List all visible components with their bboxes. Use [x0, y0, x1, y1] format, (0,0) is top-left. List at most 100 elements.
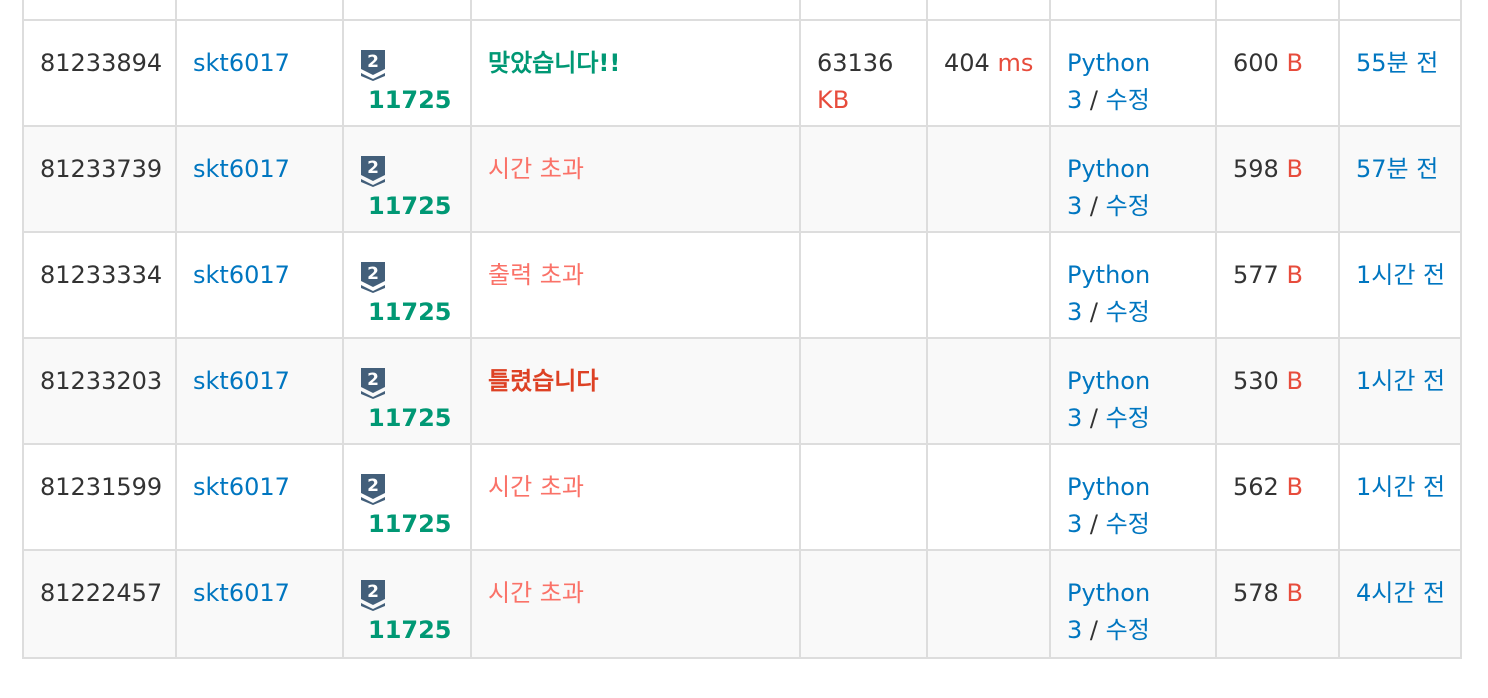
edit-link[interactable]: 수정	[1106, 298, 1150, 326]
silver-tier-icon: 2	[360, 579, 386, 611]
memory-cell	[799, 231, 928, 339]
submission-id: 81231599	[22, 443, 177, 551]
table-row: 81222457 skt6017 2 11725 시간 초과 Python 3 …	[22, 549, 1462, 659]
submitted-time-cell: 57분 전	[1338, 125, 1462, 233]
user-link[interactable]: skt6017	[193, 261, 290, 289]
language-link[interactable]: Python	[1067, 257, 1214, 294]
result-text[interactable]: 출력 초과	[488, 261, 584, 289]
code-length-cell: 577 B	[1215, 231, 1340, 339]
language-cell: Python 3 / 수정	[1049, 231, 1217, 339]
table-row: 81233203 skt6017 2 11725 틀렸습니다 Python 3 …	[22, 337, 1462, 445]
user-cell: skt6017	[175, 549, 344, 659]
submission-id: 81222457	[22, 549, 177, 659]
edit-link[interactable]: 수정	[1106, 86, 1150, 114]
submitted-time-link[interactable]: 57분 전	[1356, 155, 1438, 183]
user-link[interactable]: skt6017	[193, 367, 290, 395]
language-version[interactable]: 3	[1067, 298, 1082, 326]
language-version[interactable]: 3	[1067, 86, 1082, 114]
user-link[interactable]: skt6017	[193, 579, 290, 607]
svg-text:2: 2	[367, 370, 379, 390]
submitted-time-link[interactable]: 1시간 전	[1356, 261, 1445, 289]
problem-cell: 2 11725	[342, 231, 472, 339]
language-link[interactable]: Python	[1067, 45, 1214, 82]
language-version[interactable]: 3	[1067, 404, 1082, 432]
language-cell: Python 3 / 수정	[1049, 337, 1217, 445]
submitted-time-link[interactable]: 1시간 전	[1356, 367, 1445, 395]
language-version[interactable]: 3	[1067, 192, 1082, 220]
svg-text:2: 2	[367, 582, 379, 602]
problem-cell: 2 11725	[342, 19, 472, 127]
edit-link[interactable]: 수정	[1106, 616, 1150, 644]
result-text[interactable]: 시간 초과	[488, 579, 584, 607]
code-length-cell: 598 B	[1215, 125, 1340, 233]
edit-link[interactable]: 수정	[1106, 510, 1150, 538]
language-link[interactable]: Python	[1067, 363, 1214, 400]
submitted-time-link[interactable]: 55분 전	[1356, 49, 1438, 77]
result-text[interactable]: 시간 초과	[488, 155, 584, 183]
language-version[interactable]: 3	[1067, 510, 1082, 538]
time-cell	[926, 549, 1051, 659]
memory-cell	[799, 337, 928, 445]
result-cell: 시간 초과	[470, 549, 801, 659]
submitted-time-cell: 1시간 전	[1338, 443, 1462, 551]
problem-link[interactable]: 11725	[360, 188, 469, 225]
language-link[interactable]: Python	[1067, 469, 1214, 506]
user-link[interactable]: skt6017	[193, 155, 290, 183]
submission-status-table: 81233894 skt6017 2 11725 맞았습니다!! 63136 KB…	[22, 0, 1462, 659]
user-link[interactable]: skt6017	[193, 49, 290, 77]
language-cell: Python 3 / 수정	[1049, 19, 1217, 127]
silver-tier-icon: 2	[360, 261, 386, 293]
user-cell: skt6017	[175, 19, 344, 127]
problem-link[interactable]: 11725	[360, 82, 469, 119]
submitted-time-cell: 4시간 전	[1338, 549, 1462, 659]
submission-id: 81233203	[22, 337, 177, 445]
time-cell	[926, 231, 1051, 339]
language-version[interactable]: 3	[1067, 616, 1082, 644]
submission-table-wrapper: 81233894 skt6017 2 11725 맞았습니다!! 63136 KB…	[22, 0, 1462, 659]
memory-cell	[799, 125, 928, 233]
problem-link[interactable]: 11725	[360, 506, 469, 543]
table-row: 81233894 skt6017 2 11725 맞았습니다!! 63136 KB…	[22, 19, 1462, 127]
language-link[interactable]: Python	[1067, 575, 1214, 612]
submitted-time-link[interactable]: 1시간 전	[1356, 473, 1445, 501]
table-row: 81233739 skt6017 2 11725 시간 초과 Python 3 …	[22, 125, 1462, 233]
user-cell: skt6017	[175, 231, 344, 339]
problem-cell: 2 11725	[342, 125, 472, 233]
code-length-cell: 578 B	[1215, 549, 1340, 659]
user-cell: skt6017	[175, 337, 344, 445]
svg-text:2: 2	[367, 158, 379, 178]
user-cell: skt6017	[175, 125, 344, 233]
memory-cell	[799, 443, 928, 551]
edit-link[interactable]: 수정	[1106, 404, 1150, 432]
table-row: 81231599 skt6017 2 11725 시간 초과 Python 3 …	[22, 443, 1462, 551]
user-link[interactable]: skt6017	[193, 473, 290, 501]
result-text[interactable]: 맞았습니다!!	[488, 49, 620, 77]
problem-link[interactable]: 11725	[360, 612, 469, 649]
svg-text:2: 2	[367, 264, 379, 284]
submission-id: 81233739	[22, 125, 177, 233]
result-text[interactable]: 틀렸습니다	[488, 367, 598, 395]
problem-link[interactable]: 11725	[360, 400, 469, 437]
svg-text:2: 2	[367, 476, 379, 496]
memory-cell: 63136 KB	[799, 19, 928, 127]
silver-tier-icon: 2	[360, 473, 386, 505]
result-cell: 시간 초과	[470, 443, 801, 551]
result-cell: 맞았습니다!!	[470, 19, 801, 127]
language-cell: Python 3 / 수정	[1049, 549, 1217, 659]
submitted-time-link[interactable]: 4시간 전	[1356, 579, 1445, 607]
time-cell: 404 ms	[926, 19, 1051, 127]
submission-id: 81233894	[22, 19, 177, 127]
edit-link[interactable]: 수정	[1106, 192, 1150, 220]
submitted-time-cell: 1시간 전	[1338, 231, 1462, 339]
problem-cell: 2 11725	[342, 337, 472, 445]
result-text[interactable]: 시간 초과	[488, 473, 584, 501]
time-cell	[926, 443, 1051, 551]
user-cell: skt6017	[175, 443, 344, 551]
result-cell: 시간 초과	[470, 125, 801, 233]
language-link[interactable]: Python	[1067, 151, 1214, 188]
table-row: 81233334 skt6017 2 11725 출력 초과 Python 3 …	[22, 231, 1462, 339]
result-cell: 출력 초과	[470, 231, 801, 339]
language-cell: Python 3 / 수정	[1049, 443, 1217, 551]
problem-link[interactable]: 11725	[360, 294, 469, 331]
table-header-remnant	[22, 0, 1462, 21]
